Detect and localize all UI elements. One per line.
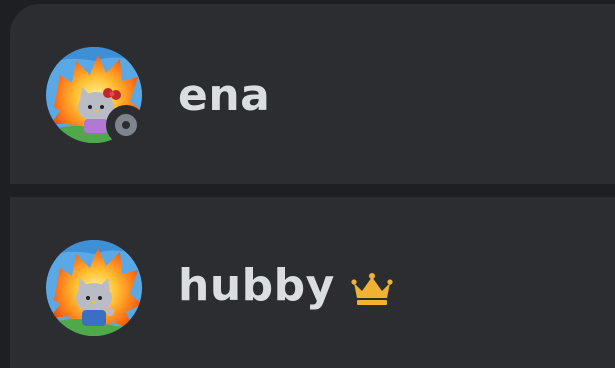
member-row-ena[interactable]: ena: [10, 4, 615, 184]
avatar[interactable]: [46, 240, 142, 336]
member-row-hubby[interactable]: hubby: [10, 197, 615, 368]
member-list: ena hubby: [0, 0, 615, 368]
offline-status-icon: [106, 105, 146, 145]
avatar[interactable]: [46, 47, 146, 145]
hello-kitty-avatar-icon: [46, 240, 142, 336]
member-name[interactable]: ena: [178, 70, 270, 121]
member-name[interactable]: hubby: [178, 260, 335, 311]
crown-icon: [351, 273, 393, 305]
